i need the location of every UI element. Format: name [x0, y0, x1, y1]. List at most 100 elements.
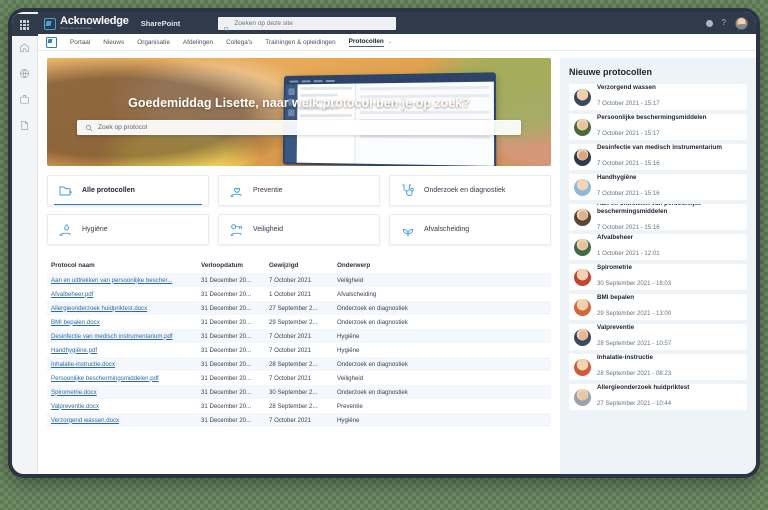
tile-afvalscheiding[interactable]: Afvalscheiding [389, 214, 551, 245]
tile-onderzoek-en-diagnostiek[interactable]: Onderzoek en diagnostiek [389, 175, 551, 206]
avatar [574, 298, 591, 316]
help-icon[interactable]: ? [722, 19, 726, 27]
column-header-gewijzigd[interactable]: Gewijzigd [269, 262, 337, 269]
list-item-title: Allergieonderzoek huidpriktest [597, 384, 690, 392]
list-item[interactable]: Handhygiëne 7 October 2021 - 15:16 [569, 174, 747, 200]
list-item[interactable]: Desinfectie van medisch instrumentarium … [569, 144, 747, 170]
protocol-expires: 31 December 20... [201, 332, 252, 340]
rail-item-home[interactable] [12, 36, 38, 62]
table-row[interactable]: Spirometrie.docx 31 December 20... 30 Se… [47, 385, 551, 399]
table-row[interactable]: Valpreventie.docx 31 December 20... 28 S… [47, 399, 551, 413]
tile-veiligheid[interactable]: Veiligheid [218, 214, 380, 245]
tile-hygiene[interactable]: Hygiëne [47, 214, 209, 245]
protocol-modified: 7 October 2021 [269, 416, 312, 424]
protocol-name-link[interactable]: Allergieonderzoek huidpriktest.docx [51, 305, 201, 312]
nav-item-trainingen-opleidingen[interactable]: Trainingen & opleidingen [265, 39, 335, 46]
chevron-down-icon[interactable]: ⌄ [388, 39, 392, 45]
protocol-subject: Veiligheid [337, 276, 364, 284]
protocol-name-link[interactable]: Spirometrie.docx [51, 389, 201, 396]
site-navigation: Portaal Nieuws Organisatie Afdelingen Co… [38, 34, 756, 51]
list-item-date: 29 September 2021 - 13:00 [597, 309, 672, 317]
table-row[interactable]: Allergieonderzoek huidpriktest.docx 31 D… [47, 301, 551, 315]
list-item-title: BMI bepalen [597, 294, 635, 302]
table-row[interactable]: Verzorgend wassen.docx 31 December 20...… [47, 413, 551, 427]
site-search-box[interactable]: Zoeken op deze site [218, 16, 397, 32]
nav-item-portaal[interactable]: Portaal [70, 39, 90, 46]
protocol-name-link[interactable]: Aan en uittrekken van persoonlijke besch… [51, 277, 201, 284]
device-frame: Acknowledge Passie voor ore innovatie Sh… [8, 8, 760, 478]
nav-item-organisatie[interactable]: Organisatie [137, 39, 170, 46]
nav-item-nieuws[interactable]: Nieuws [103, 39, 124, 46]
protocol-search-placeholder: Zoek op protocol [98, 124, 148, 131]
protocol-subject: Onderzoek en diagnostiek [337, 318, 408, 326]
column-header-onderwerp[interactable]: Onderwerp [337, 262, 547, 269]
tile-label: Hygiëne [82, 226, 108, 233]
protocol-subject: Onderzoek en diagnostiek [337, 360, 408, 368]
tile-label: Alle protocollen [82, 187, 135, 194]
protocol-name-link[interactable]: Valpreventie.docx [51, 403, 201, 410]
protocol-subject: Veiligheid [337, 374, 364, 382]
protocol-modified: 29 September 2... [269, 318, 318, 326]
app-launcher-button[interactable] [12, 14, 38, 36]
list-item-date: 7 October 2021 - 15:16 [597, 189, 660, 197]
avatar [574, 388, 591, 406]
nav-item-collega-s[interactable]: Collega's [226, 39, 252, 46]
protocol-expires: 31 December 20... [201, 402, 252, 410]
table-row[interactable]: Inhalatie-instructie.docx 31 December 20… [47, 357, 551, 371]
tile-preventie[interactable]: Preventie [218, 175, 380, 206]
tile-label: Onderzoek en diagnostiek [424, 187, 506, 194]
protocol-expires: 31 December 20... [201, 388, 252, 396]
list-item[interactable]: Verzorgend wassen 7 October 2021 - 15:17 [569, 84, 747, 110]
tile-alle-protocollen[interactable]: Alle protocollen [47, 175, 209, 206]
protocol-expires: 31 December 20... [201, 304, 252, 312]
list-item-date: 7 October 2021 - 15:16 [597, 159, 660, 167]
protocol-name-link[interactable]: Persoonlijke beschermingsmiddelen.pdf [51, 375, 201, 382]
list-item[interactable]: Aan en uittrekken van persoonlijke besch… [569, 204, 747, 230]
protocol-expires: 31 December 20... [201, 318, 252, 326]
rail-item-documents[interactable] [12, 114, 38, 140]
list-item-date: 7 October 2021 - 15:17 [597, 99, 660, 107]
brand-logo[interactable]: Acknowledge Passie voor ore innovatie [44, 15, 129, 31]
protocol-name-link[interactable]: BMI bepalen.docx [51, 319, 201, 326]
table-row[interactable]: Persoonlijke beschermingsmiddelen.pdf 31… [47, 371, 551, 385]
avatar [574, 118, 591, 136]
list-item[interactable]: Allergieonderzoek huidpriktest 27 Septem… [569, 384, 747, 410]
list-item[interactable]: Persoonlijke beschermingsmiddelen 7 Octo… [569, 114, 747, 140]
list-item[interactable]: Spirometrie 30 September 2021 - 18:03 [569, 264, 747, 290]
table-row[interactable]: Aan en uittrekken van persoonlijke besch… [47, 273, 551, 287]
column-header-protocol-naam[interactable]: Protocol naam [51, 262, 201, 269]
nav-item-protocollen[interactable]: Protocollen [348, 38, 384, 47]
rail-item-web[interactable] [12, 62, 38, 88]
protocol-table: Protocol naam Verloopdatum Gewijzigd Ond… [47, 257, 551, 427]
table-row[interactable]: Handhygiëne.pdf 31 December 20... 7 Octo… [47, 343, 551, 357]
hero-title: Goedemiddag Lisette, naar welk protocol … [128, 96, 470, 110]
list-item-date: 7 October 2021 - 15:16 [597, 223, 660, 230]
rail-item-work[interactable] [12, 88, 38, 114]
protocol-name-link[interactable]: Inhalatie-instructie.docx [51, 361, 201, 368]
protocol-name-link[interactable]: Afvalbeheer.pdf [51, 291, 201, 298]
list-item-date: 28 September 2021 - 10:57 [597, 339, 672, 347]
avatar [574, 148, 591, 166]
list-item[interactable]: BMI bepalen 29 September 2021 - 13:00 [569, 294, 747, 320]
nav-item-afdelingen[interactable]: Afdelingen [183, 39, 213, 46]
protocol-subject: Afvalscheiding [337, 290, 377, 298]
protocol-modified: 1 October 2021 [269, 290, 312, 298]
list-item[interactable]: Valpreventie 28 September 2021 - 10:57 [569, 324, 747, 350]
suite-name: SharePoint [140, 18, 181, 28]
home-icon [19, 40, 30, 58]
protocol-name-link[interactable]: Handhygiëne.pdf [51, 347, 201, 354]
list-item[interactable]: Afvalbeheer 1 October 2021 - 12:01 [569, 234, 747, 260]
table-row[interactable]: Afvalbeheer.pdf 31 December 20... 1 Octo… [47, 287, 551, 301]
column-header-verloopdatum[interactable]: Verloopdatum [201, 262, 269, 269]
protocol-name-link[interactable]: Desinfectie van medisch instrumentarium.… [51, 333, 201, 340]
avatar[interactable] [735, 16, 748, 30]
protocol-expires: 31 December 20... [201, 374, 252, 382]
protocol-name-link[interactable]: Verzorgend wassen.docx [51, 417, 201, 424]
table-row[interactable]: BMI bepalen.docx 31 December 20... 29 Se… [47, 315, 551, 329]
site-logo-icon[interactable] [46, 36, 57, 48]
gear-icon[interactable] [705, 19, 713, 27]
protocol-subject: Onderzoek en diagnostiek [337, 304, 408, 312]
protocol-search-input[interactable]: Zoek op protocol [77, 120, 521, 135]
list-item[interactable]: Inhalatie-instructie 28 September 2021 -… [569, 354, 747, 380]
table-row[interactable]: Desinfectie van medisch instrumentarium.… [47, 329, 551, 343]
